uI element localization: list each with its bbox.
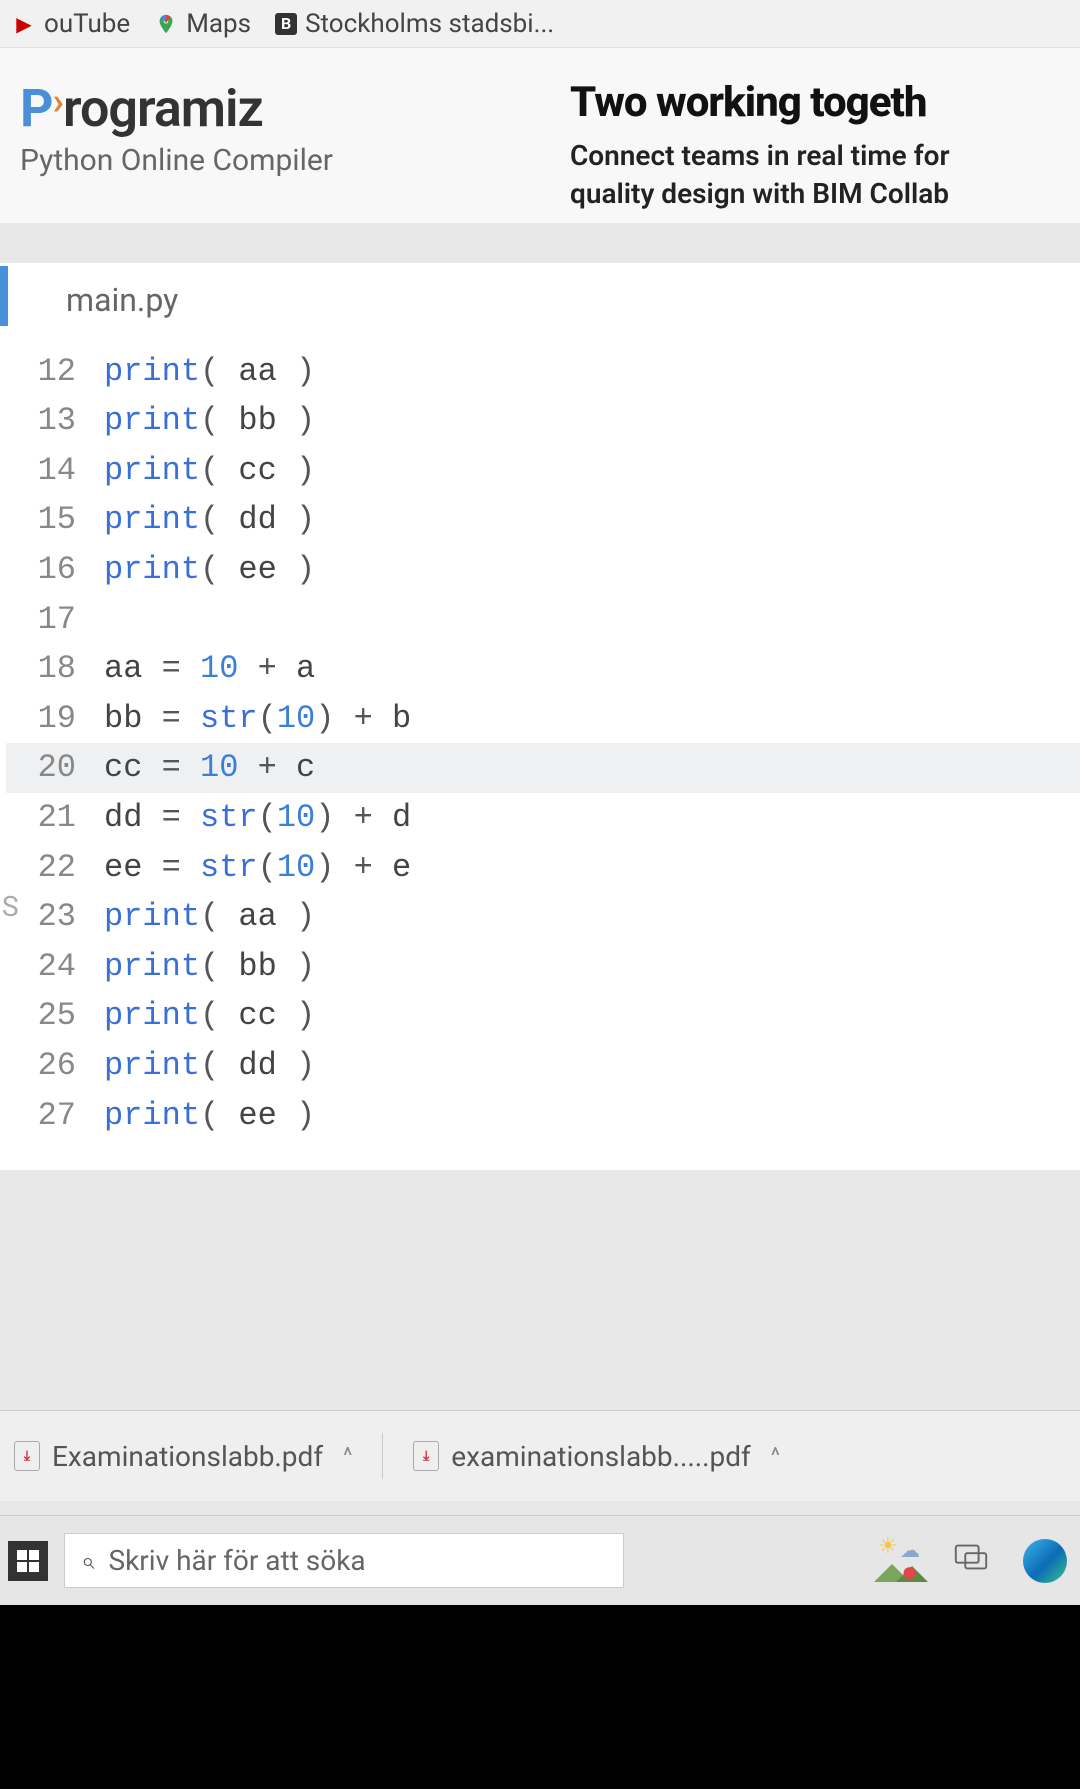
ad-text-line: quality design with BIM Collab (570, 175, 1060, 213)
ad-text-line: Connect teams in real time for (570, 137, 1060, 175)
ad-title: Two working togeth (570, 78, 1060, 127)
line-number: 24 (6, 942, 104, 992)
code-line[interactable]: 15print( dd ) (6, 495, 1080, 545)
bookmark-label: ouTube (44, 9, 130, 39)
youtube-icon: ▶ (12, 12, 36, 36)
weather-icon: ☀ ☁ ● (870, 1534, 924, 1588)
line-number: 13 (6, 396, 104, 446)
code-line[interactable]: 22ee = str(10) + e (6, 843, 1080, 893)
code-line[interactable]: 26print( dd ) (6, 1041, 1080, 1091)
downloads-bar: ⤓ Examinationslabb.pdf ^ ⤓ examinationsl… (0, 1410, 1080, 1501)
code-content[interactable]: print( aa ) (104, 892, 315, 942)
code-line[interactable]: 20cc = 10 + c (6, 743, 1080, 793)
line-number: 20 (6, 743, 104, 793)
code-line[interactable]: 27print( ee ) (6, 1091, 1080, 1141)
site-logo[interactable]: P›rogramiz (20, 78, 540, 139)
line-number: 25 (6, 991, 104, 1041)
code-content[interactable]: dd = str(10) + d (104, 793, 411, 843)
windows-icon (17, 1550, 39, 1572)
line-number: 22 (6, 843, 104, 893)
taskbar: ⌕ Skriv här för att söka ☀ ☁ ● (0, 1515, 1080, 1605)
code-content[interactable]: ee = str(10) + e (104, 843, 411, 893)
chevron-up-icon[interactable]: ^ (343, 1444, 352, 1469)
start-button[interactable] (8, 1541, 48, 1581)
code-content[interactable]: cc = 10 + c (104, 743, 315, 793)
screen-bezel (0, 1605, 1080, 1789)
line-number: 16 (6, 545, 104, 595)
code-line[interactable]: 14print( cc ) (6, 446, 1080, 496)
bookmark-stockholms[interactable]: B Stockholms stadsbi... (275, 9, 554, 39)
code-line[interactable]: 19bb = str(10) + b (6, 694, 1080, 744)
code-content[interactable]: print( cc ) (104, 991, 315, 1041)
code-content[interactable]: aa = 10 + a (104, 644, 315, 694)
page-header: P›rogramiz Python Online Compiler Two wo… (0, 48, 1080, 223)
download-filename: examinationslabb.....pdf (451, 1440, 751, 1473)
task-view-icon (952, 1538, 990, 1584)
line-number: 14 (6, 446, 104, 496)
code-line[interactable]: 18aa = 10 + a (6, 644, 1080, 694)
code-content[interactable]: print( dd ) (104, 1041, 315, 1091)
line-number: 15 (6, 495, 104, 545)
active-tab-indicator (0, 266, 8, 326)
sidebar-hint-s: S (2, 890, 19, 930)
code-content[interactable]: print( dd ) (104, 495, 315, 545)
code-line[interactable]: 23print( aa ) (6, 892, 1080, 942)
download-item-2[interactable]: ⤓ examinationslabb.....pdf ^ (413, 1440, 780, 1473)
code-area[interactable]: 12print( aa )13print( bb )14print( cc )1… (6, 337, 1080, 1171)
code-content[interactable]: print( ee ) (104, 1091, 315, 1141)
ad-banner[interactable]: Two working togeth Connect teams in real… (560, 78, 1060, 213)
divider (382, 1433, 383, 1479)
line-number: 21 (6, 793, 104, 843)
search-placeholder: Skriv här för att söka (108, 1544, 365, 1577)
download-filename: Examinationslabb.pdf (52, 1440, 323, 1473)
line-number: 12 (6, 347, 104, 397)
maps-icon (154, 12, 178, 36)
line-number: 23 (6, 892, 104, 942)
code-line[interactable]: 16print( ee ) (6, 545, 1080, 595)
line-number: 27 (6, 1091, 104, 1141)
bookmark-label: Stockholms stadsbi... (305, 9, 554, 39)
chevron-up-icon[interactable]: ^ (771, 1444, 780, 1469)
code-content[interactable]: print( ee ) (104, 545, 315, 595)
bookmark-maps[interactable]: Maps (154, 9, 251, 39)
logo-accent: › (53, 80, 64, 124)
code-line[interactable]: 12print( aa ) (6, 347, 1080, 397)
taskbar-edge-button[interactable] (1018, 1534, 1072, 1588)
left-sidebar-hints: S (0, 730, 19, 930)
code-content[interactable]: print( aa ) (104, 347, 315, 397)
line-number: 18 (6, 644, 104, 694)
line-number: 19 (6, 694, 104, 744)
editor-tab-bar: main.py (6, 263, 1080, 337)
pdf-icon: ⤓ (14, 1441, 40, 1471)
task-view-button[interactable] (944, 1534, 998, 1588)
sidebar-hint (2, 730, 19, 770)
code-line[interactable]: 17 (6, 595, 1080, 645)
logo-text: rogramiz (63, 78, 263, 139)
bookmark-label: Maps (186, 9, 251, 39)
logo-letter-p: P (20, 78, 53, 139)
taskbar-weather-widget[interactable]: ☀ ☁ ● (870, 1534, 924, 1588)
code-editor: main.py 12print( aa )13print( bb )14prin… (0, 263, 1080, 1171)
site-subtitle: Python Online Compiler (20, 143, 540, 178)
taskbar-search[interactable]: ⌕ Skriv här för att söka (64, 1533, 624, 1588)
code-content[interactable]: print( bb ) (104, 942, 315, 992)
bookmark-youtube[interactable]: ▶ ouTube (12, 9, 130, 39)
code-line[interactable]: 25print( cc ) (6, 991, 1080, 1041)
code-line[interactable]: 24print( bb ) (6, 942, 1080, 992)
code-content[interactable]: print( cc ) (104, 446, 315, 496)
download-item-1[interactable]: ⤓ Examinationslabb.pdf ^ (14, 1440, 352, 1473)
code-line[interactable]: 13print( bb ) (6, 396, 1080, 446)
pdf-icon: ⤓ (413, 1441, 439, 1471)
line-number: 17 (6, 595, 104, 645)
code-content[interactable]: print( bb ) (104, 396, 315, 446)
filename-tab[interactable]: main.py (66, 281, 178, 319)
search-icon: ⌕ (81, 1547, 94, 1575)
bookmarks-bar: ▶ ouTube Maps B Stockholms stadsbi... (0, 0, 1080, 48)
line-number: 26 (6, 1041, 104, 1091)
edge-icon (1023, 1539, 1067, 1583)
code-content[interactable]: bb = str(10) + b (104, 694, 411, 744)
code-line[interactable]: 21dd = str(10) + d (6, 793, 1080, 843)
stockholms-icon: B (275, 13, 297, 35)
